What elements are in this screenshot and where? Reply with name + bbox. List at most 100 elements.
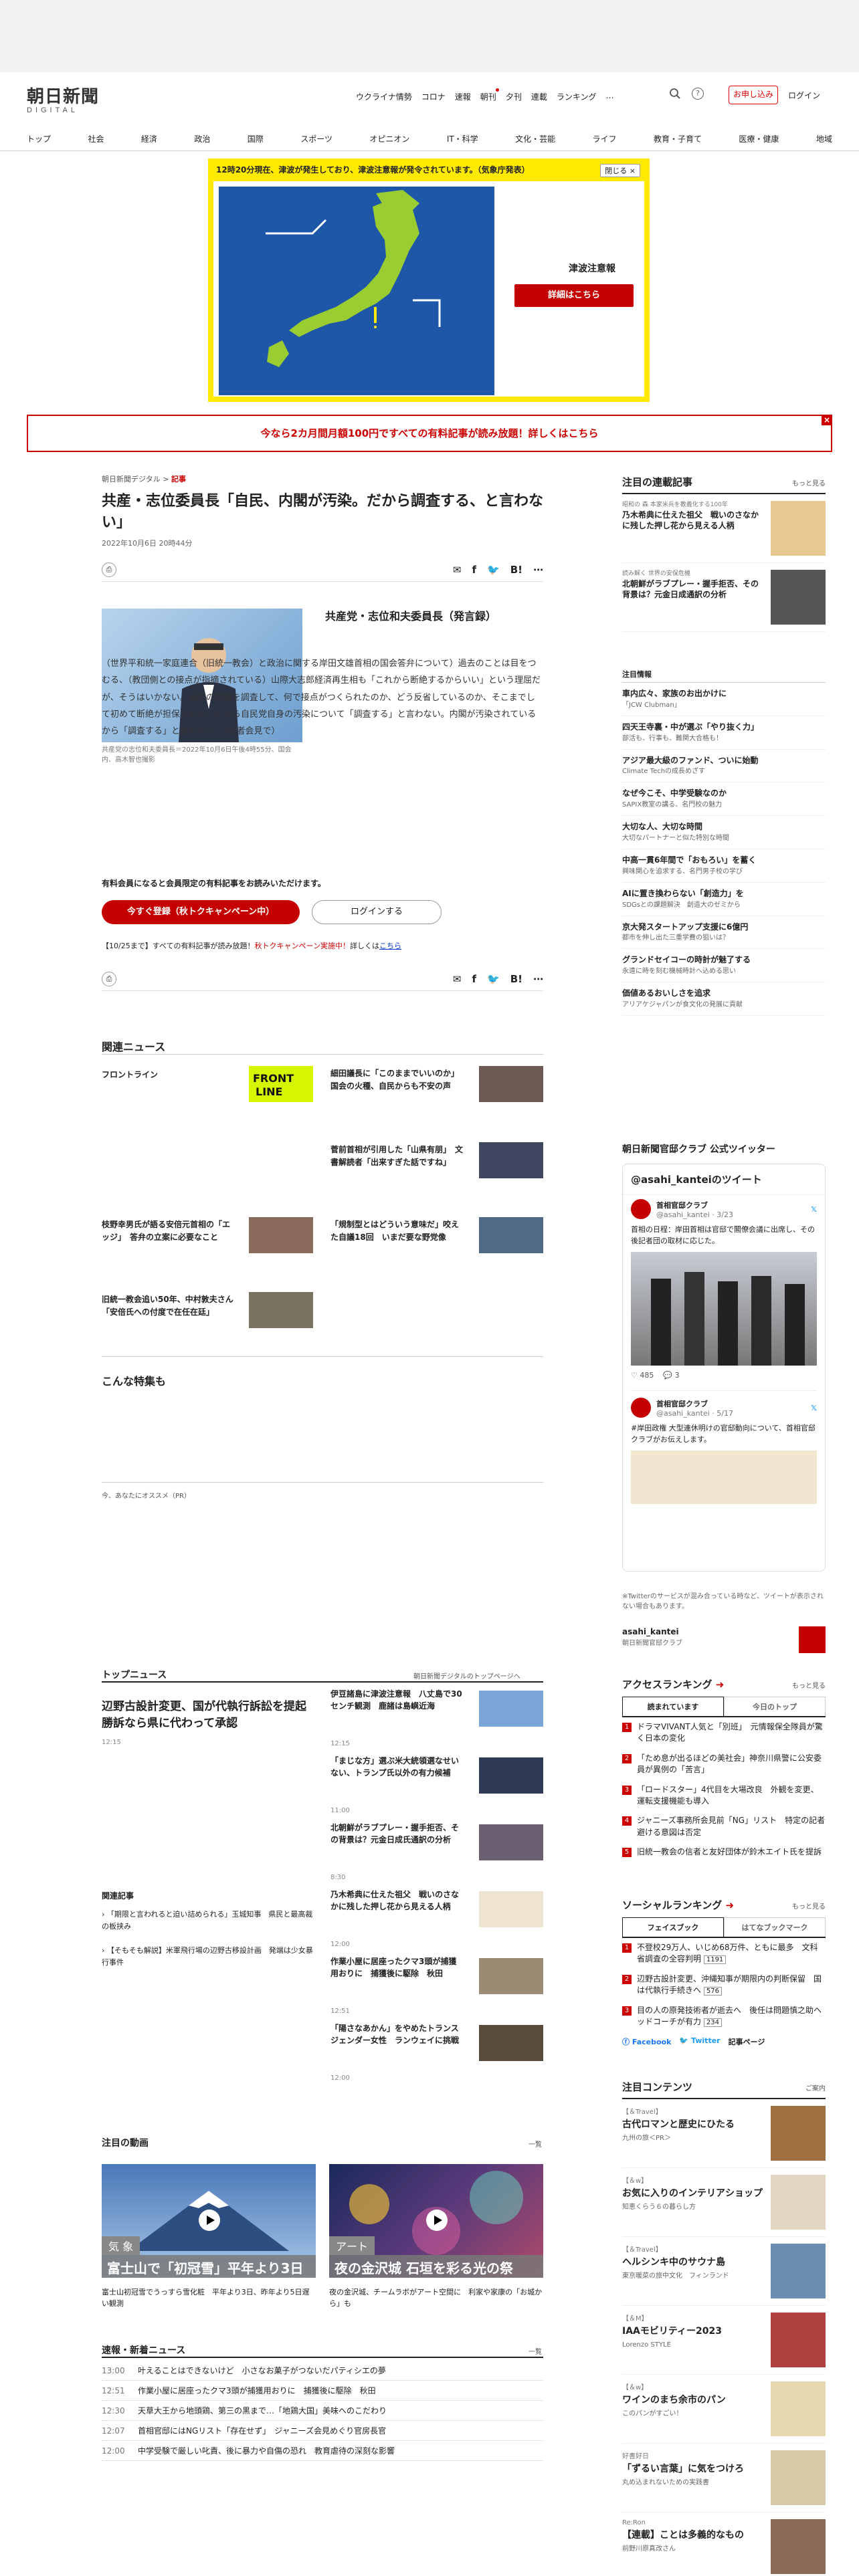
notice-item[interactable]: 中高一貫6年間で「おもろい」を蓄く 興味関心を追求する、名門男子校の学び — [622, 849, 826, 883]
related-thumb[interactable] — [479, 1142, 543, 1178]
ranking-item[interactable]: 3 「ロードスター」4代目を大場改良 外観を変更、運転支援機能も導入 — [622, 1780, 826, 1812]
promo-close-icon[interactable]: × — [822, 415, 832, 425]
related-item[interactable]: 枝野幸男氏が語る安倍元首相の「エッジ」 答弁の立案に必要なこと — [102, 1218, 235, 1243]
cat-opinion[interactable]: オピニオン — [369, 133, 409, 144]
topnews-item[interactable]: 北朝鮮がラブプレー・握手拒否、その背景は？元金日成氏通訳の分析 — [330, 1822, 464, 1846]
related-item[interactable]: 菅前首相が引用した「山県有朋」 文書解読者「出来すぎた話ですね」 — [330, 1144, 464, 1168]
topnews-thumb[interactable] — [479, 1824, 543, 1860]
more-icon[interactable]: ⋯ — [533, 564, 543, 576]
twitter-icon[interactable]: 🐦 — [487, 564, 500, 576]
related-thumb[interactable] — [479, 1066, 543, 1102]
promo-banner[interactable]: 今なら2カ月間月額100円ですべての有料記事が読み放題！詳しくはこちら × — [27, 415, 832, 452]
series-more[interactable]: もっと見る — [792, 477, 826, 488]
related-item[interactable]: フロントライン — [102, 1069, 202, 1081]
tw-photo[interactable] — [631, 1252, 817, 1366]
related-item[interactable]: 旧統一教会追い50年、中村敦夫さん「安倍氏への付度で在任在廷」 — [102, 1293, 235, 1318]
mail-icon[interactable]: ✉ — [453, 973, 462, 985]
content-item[interactable]: Re:Ron 【連載】ことは多義的なもの 前野川原真改さん — [622, 2512, 826, 2576]
contents-more[interactable]: ご案内 — [805, 2082, 826, 2092]
notice-item[interactable]: 四天王寺裏・中が選ぶ「やり抜く力」 部活も、行事も、難関大合格も！ — [622, 716, 826, 750]
twitter-widget[interactable]: @asahi_kanteiのツイート 首相官邸クラブ @asahi_kantei … — [622, 1164, 826, 1572]
nav-ukraine[interactable]: ウクライナ情勢 — [356, 91, 412, 102]
cat-sports[interactable]: スポーツ — [300, 133, 332, 144]
cat-education[interactable]: 教育・子育て — [654, 133, 702, 144]
topnews-related-2[interactable]: › 【そもそも解説】米軍飛行場の辺野古移設計画 発端は少女暴行事件 — [102, 1945, 316, 1968]
topnews-item[interactable]: 作業小屋に居座ったクマ3頭が捕獲用おりに 捕獲後に駆除 秋田 — [330, 1955, 464, 1979]
list-item[interactable]: 12:00 中学受験で厳しい叱責、後に暴力や自傷の恐れ 教育虐待の深刻な影響 — [102, 2441, 543, 2461]
tab-facebook[interactable]: フェイスブック — [622, 1917, 724, 1937]
notice-item[interactable]: 車内広々、家族のお出かけに 「JCW Clubman」 — [622, 683, 826, 716]
alert-detail-button[interactable]: 詳細はこちら — [514, 284, 634, 307]
topnews-item[interactable]: 伊豆諸島に津波注意報 八丈島で30センチ観測 鹿諸は島嶼近海 — [330, 1688, 464, 1712]
cat-culture[interactable]: 文化・芸能 — [515, 133, 555, 144]
list-item[interactable]: 12:51 作業小屋に居座ったクマ3頭が捕獲用おりに 捕獲後に駆除 秋田 — [102, 2381, 543, 2401]
facebook-icon[interactable]: f — [472, 973, 477, 985]
nav-morning[interactable]: 朝刊 — [480, 88, 499, 102]
cat-life[interactable]: ライフ — [593, 133, 617, 144]
video-card[interactable]: アート 夜の金沢城 石垣を彩る光の祭 — [329, 2164, 543, 2278]
register-button[interactable]: 今すぐ登録（秋トクキャンペーン中） — [102, 900, 300, 924]
related-thumb[interactable]: FRONT LINE — [249, 1066, 313, 1102]
notice-item[interactable]: アジア最大級のファンド、ついに始動 Climate Techの成長めざす — [622, 750, 826, 783]
ranking-item[interactable]: 1 ドラマVIVANT人気と「別班」 元情報保全隊員が驚く日本の変化 — [622, 1717, 826, 1749]
notice-item[interactable]: 価値あるおいしさを追求 アリアケジャパンが食文化の発展に貢献 — [622, 982, 826, 1016]
twitter-icon[interactable]: 🐦 — [487, 973, 500, 985]
print-icon[interactable]: ⎙ — [102, 971, 116, 986]
notice-item[interactable]: 京大発スタートアップ支援に6億円 都市を伸し出た三重学費の狙いは？ — [622, 916, 826, 950]
nav-ranking[interactable]: ランキング — [557, 91, 597, 102]
nav-corona[interactable]: コロナ — [421, 91, 446, 102]
search-icon[interactable] — [669, 88, 681, 100]
social-item[interactable]: 1 不登校29万人、いじめ68万件、ともに最多 文科省調査の全容判明 1191 — [622, 1938, 826, 1969]
related-item[interactable]: 「規制型とはどういう意味だ」咬えた自議18回 いまだ要な野党像 — [330, 1218, 464, 1243]
topnews-main[interactable]: 辺野古設計変更、国が代執行訴訟を提起 勝訴なら県に代わって承認 — [102, 1699, 318, 1731]
cat-region[interactable]: 地域 — [816, 133, 832, 144]
nav-series[interactable]: 連載 — [531, 91, 547, 102]
nav-breaking[interactable]: 速報 — [455, 91, 471, 102]
print-icon[interactable]: ⎙ — [102, 562, 116, 577]
topnews-thumb[interactable] — [479, 1958, 543, 1994]
campaign-link[interactable]: こちら — [379, 942, 401, 950]
notice-item[interactable]: 大切な人、大切な時間 大切なパートナーと似た特別な時間 — [622, 816, 826, 849]
content-item[interactable]: 【＆Travel】 ヘルシンキ中のサウナ島 東京暖菜の旅中文化 フィンランド — [622, 2237, 826, 2306]
tw-account[interactable]: asahi_kantei 朝日新聞官邸クラブ — [622, 1626, 826, 1653]
ranking-more[interactable]: もっと見る — [792, 1680, 826, 1690]
mail-icon[interactable]: ✉ — [453, 564, 462, 576]
content-item[interactable]: 【＆Travel】 古代ロマンと歴史にひたる 九州の旅＜PR＞ — [622, 2099, 826, 2168]
series-item[interactable]: 読み解く 世界の安保危機 北朝鮮がラブプレー・握手拒否、その背景は？元金日成通訳の… — [622, 563, 826, 632]
tw-photo[interactable] — [631, 1451, 817, 1504]
cat-politics[interactable]: 政治 — [194, 133, 210, 144]
hatena-icon[interactable]: B! — [510, 564, 522, 576]
video-caption[interactable]: 富士山初冠雪でうっすら雪化粧 平年より3日、昨年より5日遅い観測 — [102, 2287, 316, 2309]
nav-more[interactable]: … — [605, 91, 613, 102]
tab-today[interactable]: 今日のトップ — [724, 1697, 826, 1716]
tab-read[interactable]: 読まれています — [622, 1697, 724, 1716]
social-item[interactable]: 2 辺野古設計変更、沖縄知事が期限内の判断保留 国は代執行手続きへ 576 — [622, 1969, 826, 2001]
crumb-home[interactable]: 朝日新聞デジタル — [102, 475, 161, 484]
list-item[interactable]: 13:00 叶えることはできないけど 小さなお菓子がつないだパティシエの夢 — [102, 2361, 543, 2381]
video-more[interactable]: 一覧 — [529, 2139, 542, 2149]
x-logo-icon[interactable]: 𝕏 — [811, 1404, 817, 1412]
topnews-thumb[interactable] — [479, 1757, 543, 1794]
list-item[interactable]: 12:30 天草大王から地頭鶏、第三の黒まで…「地鶏大国」美味へのこだわり — [102, 2401, 543, 2421]
topnews-item[interactable]: 乃木希典に仕えた祖父 戦いのさなかに残した押し花から見える人柄 — [330, 1889, 464, 1913]
play-icon[interactable] — [426, 2210, 448, 2231]
topnews-thumb[interactable] — [479, 2025, 543, 2061]
nav-evening[interactable]: 夕刊 — [506, 91, 522, 102]
related-thumb[interactable] — [249, 1217, 313, 1253]
site-logo[interactable]: 朝日新聞 DIGITAL — [27, 83, 114, 114]
breaking-more[interactable]: 一覧 — [529, 2346, 542, 2356]
x-logo-icon[interactable]: 𝕏 — [811, 1205, 817, 1214]
tab-hatena[interactable]: はてなブックマーク — [724, 1917, 826, 1937]
topnews-thumb[interactable] — [479, 1691, 543, 1727]
list-item[interactable]: 12:07 首相官邸にはNGリスト「存在せず」 ジャニーズ会見めぐり官房長官 — [102, 2421, 543, 2441]
twitter-link[interactable]: 🐦 Twitter — [679, 2036, 720, 2047]
cat-society[interactable]: 社会 — [88, 133, 104, 144]
help-icon[interactable]: ? — [692, 88, 704, 100]
cat-health[interactable]: 医療・健康 — [739, 133, 779, 144]
subscribe-button[interactable]: お申し込み — [729, 86, 778, 104]
content-item[interactable]: 【＆M】 IAAモビリティー2023 Lorenzo STYLE — [622, 2306, 826, 2375]
facebook-icon[interactable]: f — [472, 564, 477, 576]
cat-it-science[interactable]: IT・科学 — [447, 133, 478, 144]
hatena-icon[interactable]: B! — [510, 973, 522, 985]
series-item[interactable]: 昭和の 森 本家米兵を教義化する100年 乃木希典に仕えた祖父 戦いのさなかに残し… — [622, 494, 826, 563]
